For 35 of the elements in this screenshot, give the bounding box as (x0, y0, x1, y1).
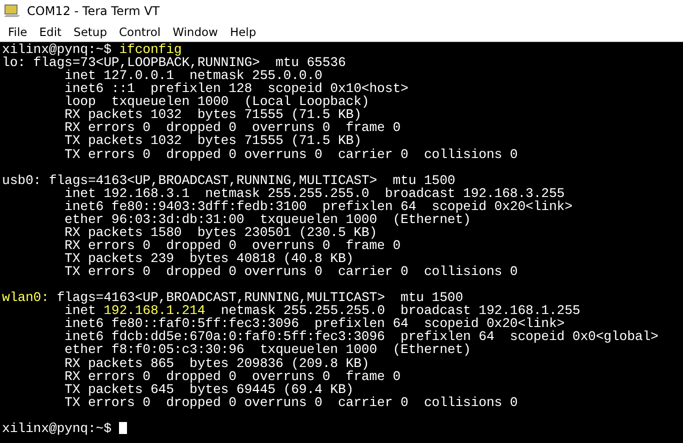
terminal-line: inet6 fe80::faf0:5ff:fec3:3096 prefixlen 64 scopeid 0x20<link> (64, 317, 566, 330)
terminal-line: xilinx@pynq:~$ (2, 422, 683, 435)
terminal-line: inet 192.168.1.214 netmask 255.255.255.0 broadcast 192.168.1.255 (64, 304, 582, 318)
menu-item[interactable]: Edit (33, 24, 68, 38)
window-title: COM12 - Tera Term VT (27, 4, 160, 18)
terminal-line: TX errors 0 dropped 0 overruns 0 carrier 0 collisions 0 (64, 396, 519, 409)
terminal-line: RX packets 865 bytes 209836 (209.8 KB) (64, 356, 370, 370)
terminal-line: TX packets 1032 bytes 71555 (71.5 KB) (64, 134, 362, 148)
terminal-line: ether 96:03:3d:db:31:00 txqueuelen 1000 (Ethernet) (64, 212, 471, 226)
terminal-line: inet6 ::1 prefixlen 128 scopeid 0x10<host> (64, 82, 410, 96)
menu-item[interactable]: Setup (68, 24, 114, 38)
terminal-line: lo: flags=73<UP,LOOPBACK,RUNNING> mtu 65536 (2, 56, 347, 70)
terminal-line: inet6 fe80::9403:3dff:fedb:3100 prefixlen 64 scopeid 0x20<link> (64, 200, 574, 213)
menu-item[interactable]: Window (166, 24, 224, 38)
terminal-line: RX errors 0 dropped 0 overruns 0 frame 0 (64, 370, 402, 383)
terminal-app-icon (4, 4, 20, 18)
terminal-line: usb0: flags=4163<UP,BROADCAST,RUNNING,MULTICAST> mtu 1500 (2, 174, 456, 187)
terminal-line: RX packets 1032 bytes 71555 (71.5 KB) (64, 108, 362, 122)
terminal-line: RX packets 1580 bytes 230501 (230.5 KB) (64, 226, 378, 239)
terminal-line: TX packets 645 bytes 69445 (69.4 KB) (64, 382, 354, 396)
terminal-line: TX errors 0 dropped 0 overruns 0 carrier 0 collisions 0 (64, 265, 519, 278)
terminal-line: TX errors 0 dropped 0 overruns 0 carrier 0 collisions 0 (64, 148, 519, 161)
terminal-line: xilinx@pynq:~$ ifconfig (2, 43, 182, 56)
terminal-line: RX errors 0 dropped 0 overruns 0 frame 0 (64, 238, 402, 252)
terminal-line: ether f8:f0:05:c3:30:96 txqueuelen 1000 (Ethernet) (64, 343, 472, 356)
terminal-line: wlan0: flags=4163<UP,BROADCAST,RUNNING,MULTICAST> mtu 1500 (2, 291, 464, 304)
terminal-line: loop txqueuelen 1000 (Local Loopback) (64, 95, 370, 108)
terminal-line: inet6 fdcb:dd5e:670a:0:faf0:5ff:fec3:3096 prefixlen 64 scopeid 0x0<global> (64, 330, 660, 344)
terminal-line: inet 127.0.0.1 netmask 255.0.0.0 (64, 69, 324, 82)
terminal-line: TX packets 239 bytes 40818 (40.8 KB) (64, 252, 354, 266)
terminal-line: RX errors 0 dropped 0 overruns 0 frame 0 (64, 121, 402, 134)
menu-item[interactable]: Help (224, 24, 262, 38)
menu-item[interactable]: File (2, 24, 34, 38)
menu-item[interactable]: Control (113, 24, 167, 38)
terminal-line: inet 192.168.3.1 netmask 255.255.255.0 broadcast 192.168.3.255 (64, 186, 565, 200)
